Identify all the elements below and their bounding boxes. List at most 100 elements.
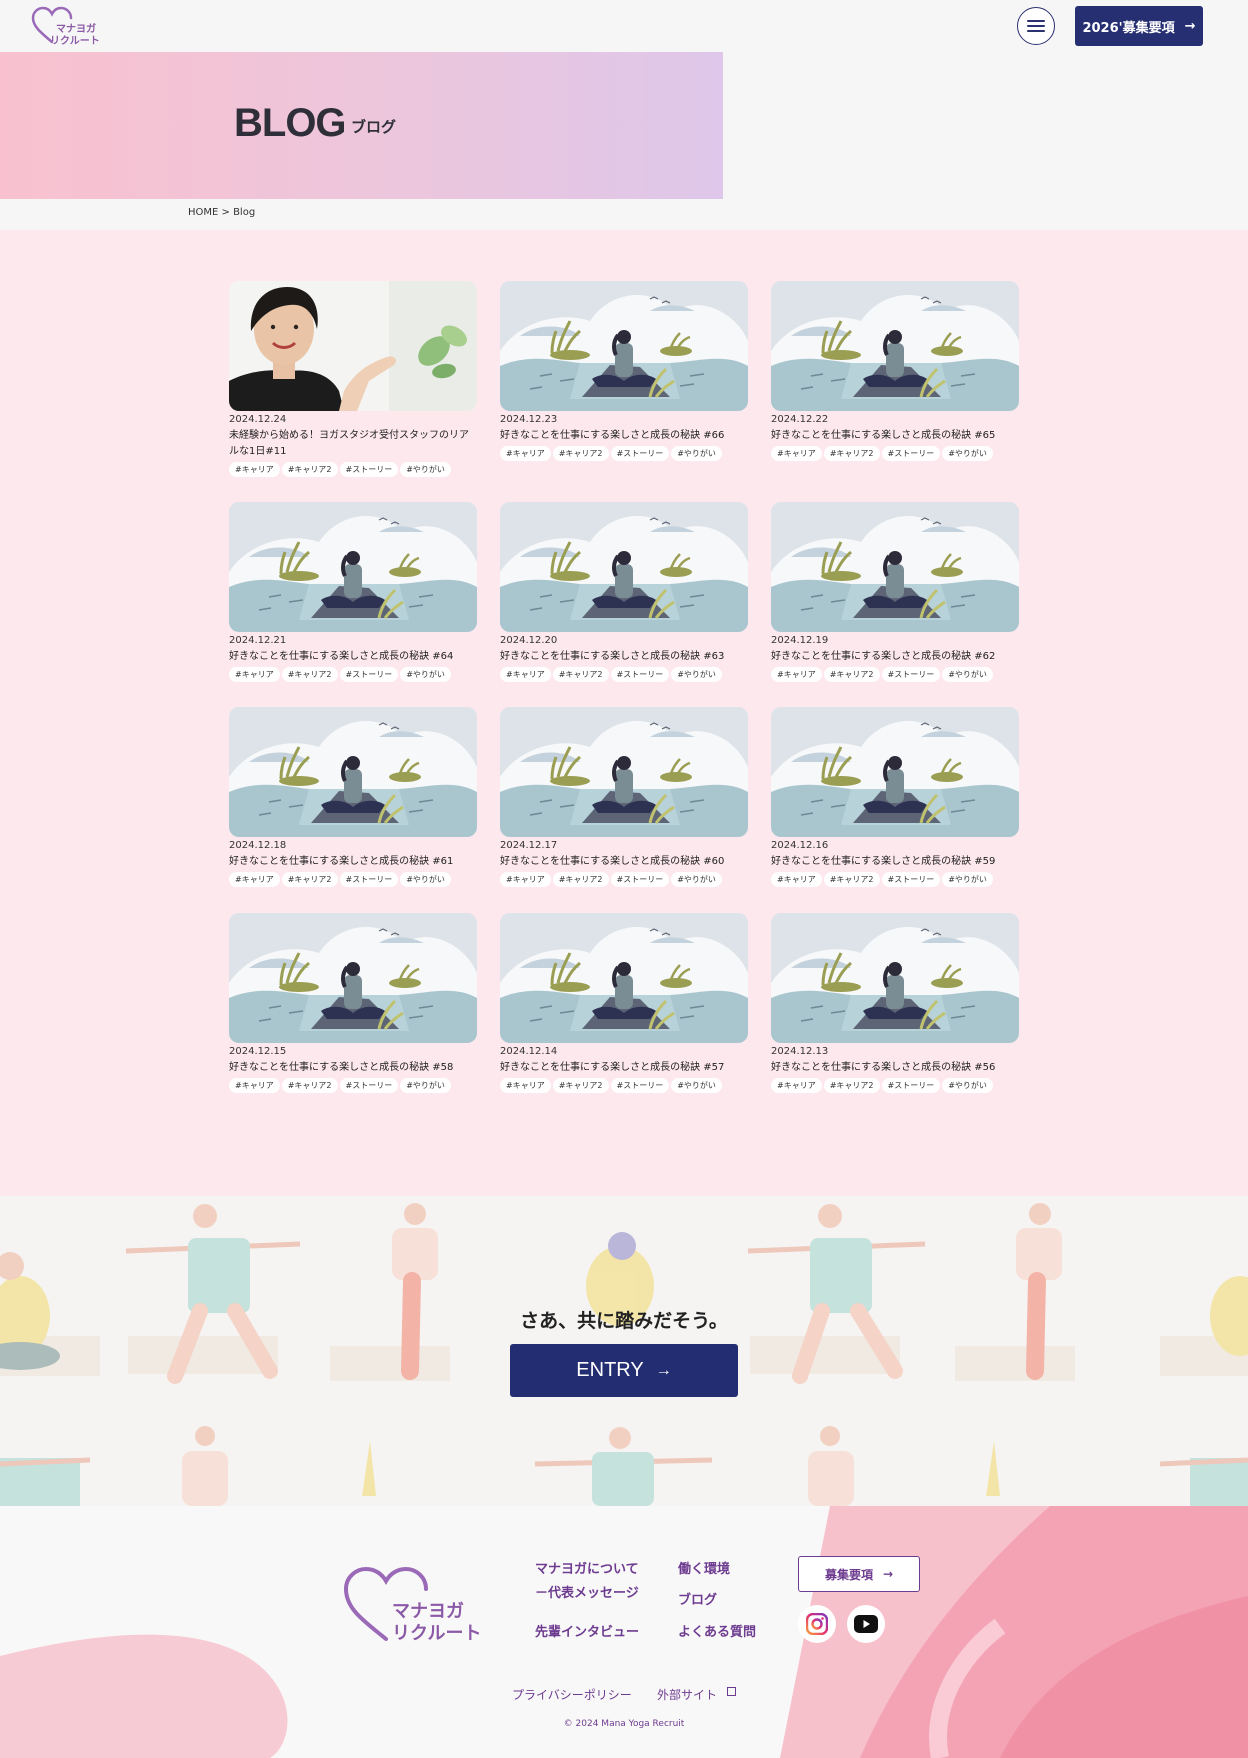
tag-chip[interactable]: #やりがい: [400, 872, 451, 887]
blog-card-thumbnail[interactable]: [771, 707, 1019, 837]
footer-link-faq[interactable]: よくある質問: [678, 1621, 756, 1640]
tag-chip[interactable]: #ストーリー: [610, 1078, 670, 1093]
tag-chip[interactable]: #キャリア2: [552, 1078, 609, 1093]
blog-card-title[interactable]: 好きなことを仕事にする楽しさと成長の秘訣 #56: [771, 1060, 1019, 1076]
blog-card-thumbnail[interactable]: [771, 913, 1019, 1043]
blog-card[interactable]: 2024.12.21 好きなことを仕事にする楽しさと成長の秘訣 #64 #キャリア #…: [229, 502, 477, 682]
youtube-icon[interactable]: [847, 1605, 885, 1643]
tag-chip[interactable]: #ストーリー: [610, 446, 670, 461]
site-logo[interactable]: マナヨガ リクルート: [30, 6, 110, 48]
tag-chip[interactable]: #ストーリー: [881, 446, 941, 461]
recruit-info-button[interactable]: 2026'募集要項 →: [1075, 6, 1203, 46]
footer-link-message[interactable]: －代表メッセージ: [535, 1582, 639, 1601]
tag-chip[interactable]: #キャリア: [771, 1078, 822, 1093]
footer-link-interview[interactable]: 先輩インタビュー: [535, 1621, 639, 1640]
footer-logo[interactable]: マナヨガ リクルート: [342, 1565, 492, 1655]
tag-chip[interactable]: #やりがい: [942, 872, 993, 887]
hamburger-menu-button[interactable]: [1017, 7, 1055, 45]
blog-card-title[interactable]: 好きなことを仕事にする楽しさと成長の秘訣 #66: [500, 428, 748, 444]
tag-chip[interactable]: #キャリア: [500, 872, 551, 887]
blog-card[interactable]: 2024.12.24 未経験から始める！ヨガスタジオ受付スタッフのリアルな1日#1…: [229, 281, 477, 477]
tag-chip[interactable]: #キャリア2: [552, 667, 609, 682]
blog-card-title[interactable]: 好きなことを仕事にする楽しさと成長の秘訣 #65: [771, 428, 1019, 444]
tag-chip[interactable]: #キャリア2: [281, 667, 338, 682]
blog-card-thumbnail[interactable]: [229, 707, 477, 837]
blog-card-thumbnail[interactable]: [229, 281, 477, 411]
tag-chip[interactable]: #キャリア: [500, 446, 551, 461]
blog-card-thumbnail[interactable]: [500, 913, 748, 1043]
tag-chip[interactable]: #キャリア2: [552, 446, 609, 461]
tag-chip[interactable]: #キャリア: [229, 667, 280, 682]
tag-chip[interactable]: #キャリア2: [281, 872, 338, 887]
blog-card-thumbnail[interactable]: [771, 281, 1019, 411]
footer-link-about[interactable]: マナヨガについて: [535, 1558, 639, 1577]
blog-card[interactable]: 2024.12.22 好きなことを仕事にする楽しさと成長の秘訣 #65 #キャリア #…: [771, 281, 1019, 461]
tag-chip[interactable]: #キャリア2: [823, 446, 880, 461]
tag-chip[interactable]: #ストーリー: [610, 872, 670, 887]
blog-card-title[interactable]: 好きなことを仕事にする楽しさと成長の秘訣 #60: [500, 854, 748, 870]
tag-chip[interactable]: #やりがい: [400, 1078, 451, 1093]
tag-chip[interactable]: #やりがい: [671, 446, 722, 461]
tag-chip[interactable]: #やりがい: [671, 872, 722, 887]
blog-card-title[interactable]: 好きなことを仕事にする楽しさと成長の秘訣 #58: [229, 1060, 477, 1076]
blog-card-title[interactable]: 好きなことを仕事にする楽しさと成長の秘訣 #59: [771, 854, 1019, 870]
tag-chip[interactable]: #ストーリー: [881, 667, 941, 682]
blog-card-thumbnail[interactable]: [229, 913, 477, 1043]
blog-card[interactable]: 2024.12.20 好きなことを仕事にする楽しさと成長の秘訣 #63 #キャリア #…: [500, 502, 748, 682]
tag-chip[interactable]: #やりがい: [942, 446, 993, 461]
tag-chip[interactable]: #キャリア: [500, 667, 551, 682]
tag-chip[interactable]: #キャリア: [229, 1078, 280, 1093]
tag-chip[interactable]: #やりがい: [400, 462, 451, 477]
privacy-policy-link[interactable]: プライバシーポリシー: [512, 1686, 632, 1703]
blog-card[interactable]: 2024.12.14 好きなことを仕事にする楽しさと成長の秘訣 #57 #キャリア #…: [500, 913, 748, 1093]
tag-chip[interactable]: #ストーリー: [339, 1078, 399, 1093]
tag-chip[interactable]: #ストーリー: [610, 667, 670, 682]
tag-chip[interactable]: #キャリア: [229, 462, 280, 477]
tag-chip[interactable]: #キャリア2: [552, 872, 609, 887]
tag-chip[interactable]: #やりがい: [671, 1078, 722, 1093]
blog-card[interactable]: 2024.12.13 好きなことを仕事にする楽しさと成長の秘訣 #56 #キャリア #…: [771, 913, 1019, 1093]
footer-link-blog[interactable]: ブログ: [678, 1589, 717, 1608]
tag-chip[interactable]: #キャリア: [771, 446, 822, 461]
tag-chip[interactable]: #ストーリー: [339, 667, 399, 682]
tag-chip[interactable]: #キャリア2: [823, 1078, 880, 1093]
blog-card[interactable]: 2024.12.19 好きなことを仕事にする楽しさと成長の秘訣 #62 #キャリア #…: [771, 502, 1019, 682]
tag-chip[interactable]: #やりがい: [942, 1078, 993, 1093]
tag-chip[interactable]: #キャリア: [771, 872, 822, 887]
blog-card-title[interactable]: 未経験から始める！ヨガスタジオ受付スタッフのリアルな1日#11: [229, 428, 477, 460]
blog-card-thumbnail[interactable]: [229, 502, 477, 632]
blog-card-title[interactable]: 好きなことを仕事にする楽しさと成長の秘訣 #63: [500, 649, 748, 665]
instagram-icon[interactable]: [798, 1605, 836, 1643]
tag-chip[interactable]: #やりがい: [671, 667, 722, 682]
tag-chip[interactable]: #キャリア: [229, 872, 280, 887]
blog-card[interactable]: 2024.12.18 好きなことを仕事にする楽しさと成長の秘訣 #61 #キャリア #…: [229, 707, 477, 887]
tag-chip[interactable]: #やりがい: [400, 667, 451, 682]
tag-chip[interactable]: #キャリア2: [281, 1078, 338, 1093]
blog-card-thumbnail[interactable]: [500, 281, 748, 411]
blog-card-title[interactable]: 好きなことを仕事にする楽しさと成長の秘訣 #64: [229, 649, 477, 665]
breadcrumb[interactable]: HOME > Blog: [188, 207, 255, 218]
tag-chip[interactable]: #キャリア2: [281, 462, 338, 477]
blog-card[interactable]: 2024.12.17 好きなことを仕事にする楽しさと成長の秘訣 #60 #キャリア #…: [500, 707, 748, 887]
blog-card-title[interactable]: 好きなことを仕事にする楽しさと成長の秘訣 #57: [500, 1060, 748, 1076]
tag-chip[interactable]: #キャリア2: [823, 667, 880, 682]
tag-chip[interactable]: #ストーリー: [339, 872, 399, 887]
footer-link-environment[interactable]: 働く環境: [678, 1558, 730, 1577]
blog-card-thumbnail[interactable]: [500, 502, 748, 632]
external-site-link[interactable]: 外部サイト: [657, 1686, 736, 1703]
blog-card-title[interactable]: 好きなことを仕事にする楽しさと成長の秘訣 #61: [229, 854, 477, 870]
blog-card[interactable]: 2024.12.23 好きなことを仕事にする楽しさと成長の秘訣 #66 #キャリア #…: [500, 281, 748, 461]
blog-card[interactable]: 2024.12.16 好きなことを仕事にする楽しさと成長の秘訣 #59 #キャリア #…: [771, 707, 1019, 887]
tag-chip[interactable]: #キャリア: [500, 1078, 551, 1093]
tag-chip[interactable]: #やりがい: [942, 667, 993, 682]
blog-card-thumbnail[interactable]: [771, 502, 1019, 632]
entry-button[interactable]: ENTRY →: [510, 1344, 738, 1397]
tag-chip[interactable]: #キャリア2: [823, 872, 880, 887]
blog-card-thumbnail[interactable]: [500, 707, 748, 837]
tag-chip[interactable]: #ストーリー: [881, 1078, 941, 1093]
tag-chip[interactable]: #ストーリー: [339, 462, 399, 477]
footer-recruit-button[interactable]: 募集要項 →: [798, 1556, 920, 1592]
tag-chip[interactable]: #キャリア: [771, 667, 822, 682]
blog-card[interactable]: 2024.12.15 好きなことを仕事にする楽しさと成長の秘訣 #58 #キャリア #…: [229, 913, 477, 1093]
blog-card-title[interactable]: 好きなことを仕事にする楽しさと成長の秘訣 #62: [771, 649, 1019, 665]
